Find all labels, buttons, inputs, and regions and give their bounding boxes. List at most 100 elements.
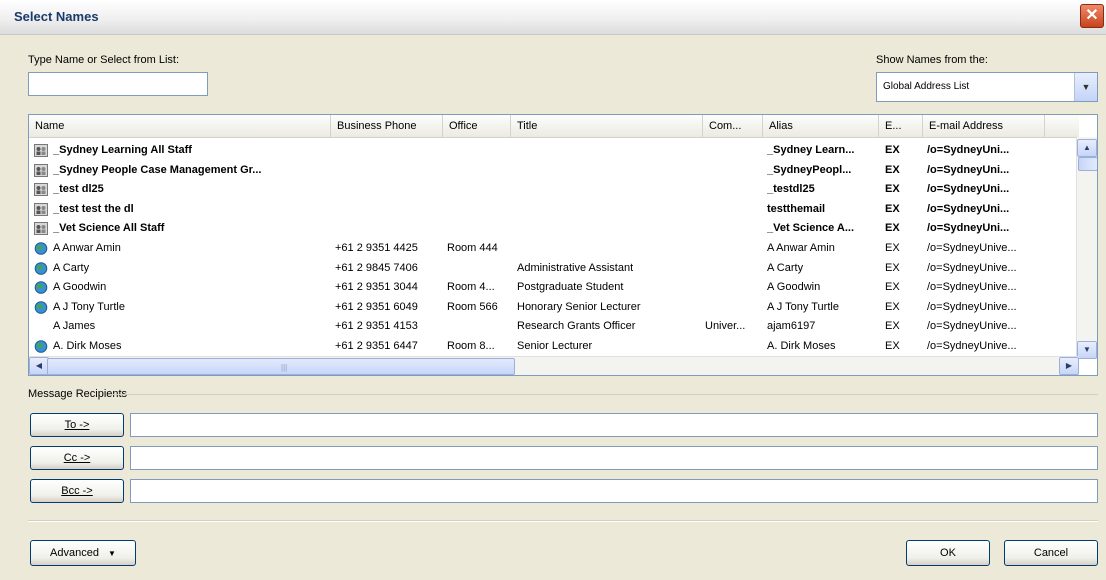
cell-company <box>705 200 763 219</box>
cell-title: Research Grants Officer <box>517 320 636 333</box>
cell-email-type: EX <box>885 320 900 333</box>
table-row[interactable]: A J Tony Turtle +61 2 9351 6049 Room 566 Ho… <box>29 298 1079 317</box>
cell-name: A. Dirk Moses <box>53 340 122 352</box>
table-row[interactable]: A Goodwin +61 2 9351 3044 Room 4... Postgra… <box>29 278 1079 297</box>
cell-company <box>705 180 763 199</box>
cell-name: A Anwar Amin <box>53 242 121 254</box>
cell-name: _test test the dl <box>53 202 134 215</box>
cell-business-phone <box>335 200 443 219</box>
column-header-business-phone[interactable]: Business Phone <box>331 115 443 137</box>
globe-icon <box>34 300 48 314</box>
search-input[interactable] <box>28 72 208 96</box>
cell-email-address: /o=SydneyUnive... <box>927 242 1017 254</box>
table-row[interactable]: A Anwar Amin +61 2 9351 4425 Room 444 A Anw… <box>29 239 1079 258</box>
cell-email-address: /o=SydneyUnive... <box>927 320 1017 333</box>
cell-email-address: /o=SydneyUni... <box>927 222 1010 235</box>
table-row[interactable]: _Vet Science All Staff _Vet Science A... E… <box>29 219 1079 238</box>
cell-name: _Sydney People Case Management Gr... <box>53 163 262 176</box>
cc-button[interactable]: Cc -> <box>30 446 124 470</box>
cell-email-type: EX <box>885 300 900 313</box>
cell-email-type: EX <box>885 163 900 176</box>
column-header-name[interactable]: Name <box>29 115 331 137</box>
advanced-button-label: Advanced <box>50 547 99 559</box>
scroll-down-icon[interactable]: ▼ <box>1077 341 1097 359</box>
cell-business-phone: +61 2 9351 6447 <box>335 340 418 352</box>
chevron-down-icon[interactable]: ▼ <box>1074 73 1097 101</box>
cell-email-type: EX <box>885 202 900 215</box>
globe-icon <box>34 242 48 255</box>
cancel-button[interactable]: Cancel <box>1004 540 1098 566</box>
cell-email-type: EX <box>885 144 900 156</box>
group-divider <box>110 394 1098 395</box>
cell-email-type: EX <box>885 222 900 235</box>
table-row[interactable]: _test test the dl testthemail EX/o=SydneyU… <box>29 200 1079 219</box>
cell-email-address: /o=SydneyUnive... <box>927 261 1017 274</box>
cell-name: A Goodwin <box>53 281 107 294</box>
cell-business-phone: +61 2 9351 4425 <box>335 242 418 254</box>
table-row[interactable]: _Sydney People Case Management Gr... _Syd… <box>29 161 1079 180</box>
cell-office <box>447 219 513 238</box>
cell-alias: A Goodwin <box>767 281 821 294</box>
to-button[interactable]: To -> <box>30 413 124 437</box>
cell-title: Senior Lecturer <box>517 340 593 352</box>
close-button[interactable]: ✕ <box>1080 4 1104 28</box>
cell-name: A James <box>53 320 96 333</box>
cell-name: _test dl25 <box>53 183 104 196</box>
column-header-email-type[interactable]: E... <box>879 115 923 137</box>
cell-business-phone <box>335 180 443 199</box>
table-row[interactable]: _test dl25 _testdl25 EX/o=SydneyUni... <box>29 180 1079 199</box>
horizontal-scrollbar[interactable]: ◀ ||| ▶ <box>29 356 1079 375</box>
scroll-right-icon[interactable]: ▶ <box>1059 357 1079 375</box>
cell-office <box>447 141 513 160</box>
names-list[interactable]: Name Business Phone Office Title Com... … <box>28 114 1098 376</box>
cell-office: Room 8... <box>447 340 495 352</box>
cell-office <box>447 161 513 180</box>
cell-alias: ajam6197 <box>767 320 816 333</box>
bcc-field[interactable] <box>130 479 1098 503</box>
distribution-list-icon <box>34 144 48 157</box>
ok-button[interactable]: OK <box>906 540 990 566</box>
to-field[interactable] <box>130 413 1098 437</box>
cell-business-phone: +61 2 9351 6049 <box>335 300 418 313</box>
column-header-alias[interactable]: Alias <box>763 115 879 137</box>
cell-alias: A Carty <box>767 261 804 274</box>
cell-alias: A J Tony Turtle <box>767 300 839 313</box>
table-row[interactable]: A Carty +61 2 9845 7406 Administrative Ass… <box>29 259 1079 278</box>
dropdown-arrow-icon: ▼ <box>108 549 116 558</box>
cell-office <box>447 200 513 219</box>
scroll-up-icon[interactable]: ▲ <box>1077 139 1097 157</box>
bcc-button[interactable]: Bcc -> <box>30 479 124 503</box>
address-book-select[interactable]: Global Address List ▼ <box>876 72 1098 102</box>
title-bar: Select Names ✕ <box>0 0 1106 35</box>
distribution-list-icon <box>34 222 48 236</box>
cell-alias: testthemail <box>767 202 826 215</box>
cell-company: Univer... <box>705 320 746 333</box>
horizontal-scroll-thumb[interactable]: ||| <box>47 358 515 375</box>
cell-business-phone: +61 2 9845 7406 <box>335 261 418 274</box>
advanced-button[interactable]: Advanced ▼ <box>30 540 136 566</box>
distribution-list-icon <box>34 163 48 177</box>
distribution-list-icon <box>34 202 48 216</box>
column-header-email-address[interactable]: E-mail Address <box>923 115 1045 137</box>
scroll-left-icon[interactable]: ◀ <box>29 357 49 375</box>
cell-email-address: /o=SydneyUni... <box>927 144 1010 156</box>
cell-alias: _testdl25 <box>767 183 815 196</box>
cell-name: A J Tony Turtle <box>53 300 125 313</box>
cell-title <box>517 141 705 160</box>
cell-email-type: EX <box>885 242 900 254</box>
cell-title <box>517 180 705 199</box>
vertical-scrollbar[interactable]: ▲ ▼ <box>1076 137 1097 359</box>
table-row[interactable]: _Sydney Learning All Staff _Sydney Learn.… <box>29 141 1079 160</box>
vertical-scroll-thumb[interactable] <box>1078 157 1097 171</box>
table-row[interactable]: A. Dirk Moses +61 2 9351 6447 Room 8... Sen… <box>29 337 1079 356</box>
cell-title <box>517 219 705 238</box>
cell-email-type: EX <box>885 261 900 274</box>
cell-company <box>705 298 763 317</box>
column-header-title[interactable]: Title <box>511 115 703 137</box>
column-header-company[interactable]: Com... <box>703 115 763 137</box>
list-header: Name Business Phone Office Title Com... … <box>29 115 1079 138</box>
column-header-office[interactable]: Office <box>443 115 511 137</box>
cell-office <box>447 259 513 278</box>
table-row[interactable]: A James +61 2 9351 4153 Research Grants Of… <box>29 317 1079 336</box>
cc-field[interactable] <box>130 446 1098 470</box>
